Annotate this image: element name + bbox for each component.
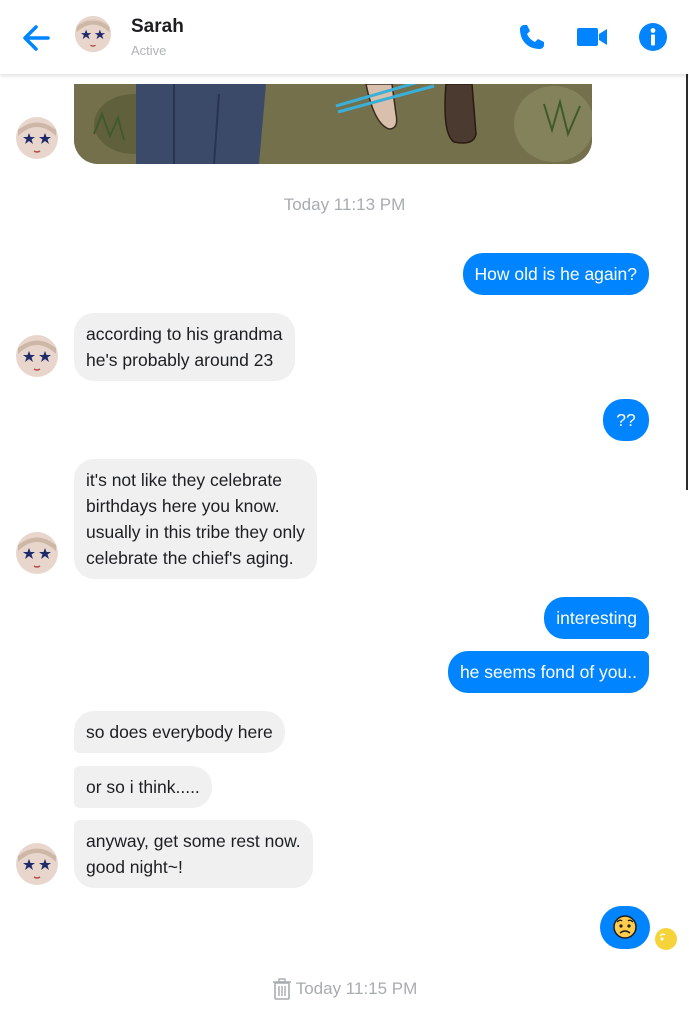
phone-icon[interactable]	[515, 20, 549, 54]
shared-photo[interactable]	[74, 84, 592, 164]
trash-icon[interactable]	[272, 978, 292, 1000]
sarah-avatar[interactable]	[15, 842, 59, 886]
seen-avatar-icon	[654, 927, 678, 951]
outgoing-message[interactable]: interesting	[544, 597, 649, 639]
timestamp-row: Today 11:15 PM	[0, 978, 689, 1000]
video-camera-icon[interactable]	[575, 20, 609, 54]
outgoing-emoji-message[interactable]	[600, 906, 650, 949]
timestamp: Today 11:13 PM	[283, 195, 406, 214]
worried-face-icon	[613, 915, 637, 939]
outgoing-message[interactable]: he seems fond of you..	[447, 651, 649, 693]
incoming-message[interactable]: or so i think.....	[74, 766, 212, 808]
sarah-avatar[interactable]	[15, 531, 59, 575]
incoming-message[interactable]: so does everybody here	[74, 711, 285, 753]
contact-name[interactable]: Sarah	[131, 16, 184, 38]
window-edge	[686, 60, 688, 490]
contact-avatar[interactable]	[74, 15, 112, 53]
timestamp: Today 11:15 PM	[295, 979, 418, 998]
info-icon[interactable]	[636, 20, 670, 54]
contact-status: Active	[131, 43, 167, 58]
sarah-avatar[interactable]	[15, 334, 59, 378]
sarah-avatar[interactable]	[15, 116, 59, 160]
incoming-message[interactable]: it's not like they celebrate birthdays h…	[74, 459, 317, 579]
chat-header: Sarah Active	[0, 0, 689, 74]
back-arrow-icon[interactable]	[18, 20, 58, 56]
outgoing-message[interactable]: How old is he again?	[462, 253, 649, 295]
incoming-message[interactable]: anyway, get some rest now. good night~!	[74, 820, 313, 888]
incoming-message[interactable]: according to his grandma he's probably a…	[74, 313, 295, 381]
outgoing-message[interactable]: ??	[603, 399, 649, 441]
